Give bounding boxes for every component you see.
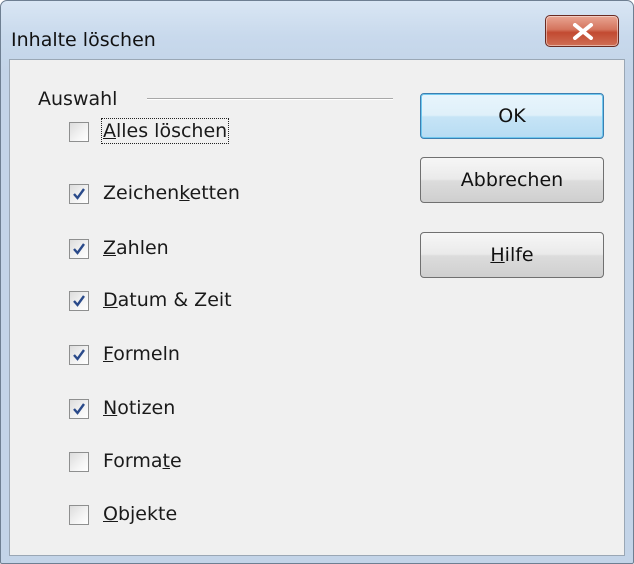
dialog-window: Inhalte löschen (0, 0, 634, 564)
group-label-auswahl: Auswahl (38, 88, 118, 110)
ok-button[interactable]: OK (420, 93, 604, 139)
close-button[interactable] (545, 15, 619, 47)
checkbox-label: Formeln (103, 343, 180, 365)
checkbox-box[interactable] (69, 505, 89, 525)
checkmark-icon (73, 403, 85, 415)
checkbox-box[interactable] (69, 345, 89, 365)
group-divider (147, 98, 393, 100)
checkbox-box[interactable] (69, 122, 89, 142)
checkbox-label: Alles löschen (100, 118, 230, 144)
checkmark-icon (73, 295, 85, 307)
checkmark-icon (73, 188, 85, 200)
checkbox-box[interactable] (69, 239, 89, 259)
checkbox-label: Datum & Zeit (103, 289, 232, 311)
checkbox-label: Formate (103, 450, 182, 472)
close-icon (573, 23, 593, 40)
checkbox-box[interactable] (69, 184, 89, 204)
title-bar[interactable]: Inhalte löschen (1, 1, 633, 59)
checkbox-box[interactable] (69, 399, 89, 419)
checkbox-label: Zahlen (103, 237, 169, 259)
checkbox-label: Zeichenketten (103, 182, 240, 204)
checkmark-icon (73, 243, 85, 255)
window-title: Inhalte löschen (11, 29, 156, 51)
help-mnemonic: H (490, 244, 505, 266)
checkbox-box[interactable] (69, 452, 89, 472)
cancel-button[interactable]: Abbrechen (420, 157, 604, 203)
checkbox-box[interactable] (69, 291, 89, 311)
checkbox-label: Objekte (103, 503, 178, 525)
help-button[interactable]: Hilfe (420, 232, 604, 278)
checkbox-label: Notizen (103, 397, 176, 419)
help-label-rest: ilfe (504, 244, 534, 266)
checkmark-icon (73, 349, 85, 361)
